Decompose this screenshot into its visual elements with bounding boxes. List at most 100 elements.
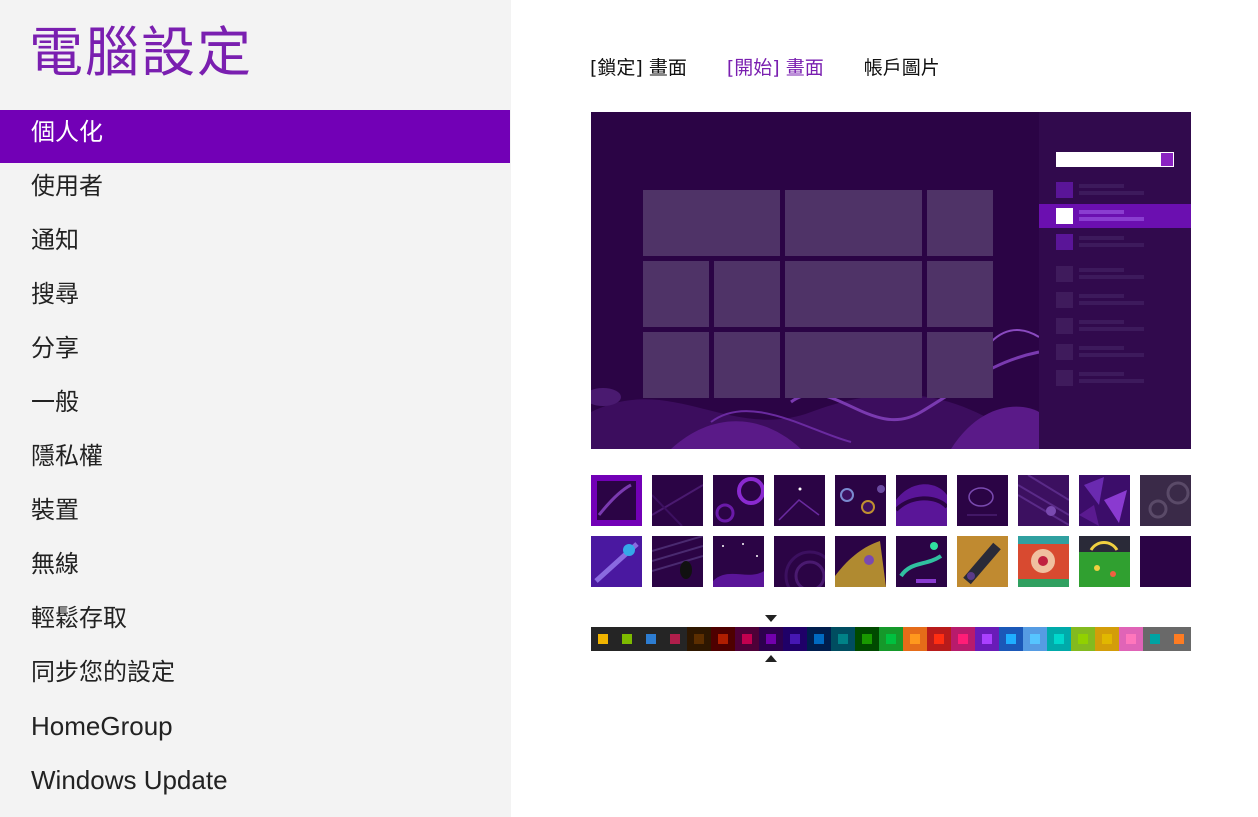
preview-panel-row (1039, 366, 1191, 390)
color-swatch-dot (934, 634, 944, 644)
preview-tile (785, 332, 922, 398)
preview-tile (927, 190, 993, 256)
pattern-thumb-11[interactable] (591, 536, 642, 587)
nav-list: 個人化 使用者 通知 搜尋 分享 一般 隱私權 裝置 無線 輕鬆存取 同步您的設… (0, 110, 511, 811)
color-swatch-19[interactable] (1023, 627, 1047, 651)
color-swatch-dot (790, 634, 800, 644)
nav-item-general[interactable]: 一般 (0, 379, 511, 433)
pattern-thumb-20[interactable] (1140, 536, 1191, 587)
color-swatch-10[interactable] (807, 627, 831, 651)
color-swatch-dot (1006, 634, 1016, 644)
color-swatch-20[interactable] (1047, 627, 1071, 651)
pattern-thumb-5[interactable] (835, 475, 886, 526)
tab-start-screen[interactable]: [開始] 畫面 (727, 55, 824, 81)
pattern-thumb-16[interactable] (896, 536, 947, 587)
color-swatch-15[interactable] (927, 627, 951, 651)
nav-item-windows-update[interactable]: Windows Update (0, 757, 511, 811)
pattern-thumb-7[interactable] (957, 475, 1008, 526)
color-swatch-dot (1174, 634, 1184, 644)
tab-account-picture[interactable]: 帳戶圖片 (864, 55, 940, 81)
color-swatch-dot (886, 634, 896, 644)
personalize-tabs: [鎖定] 畫面 [開始] 畫面 帳戶圖片 (590, 55, 980, 81)
preview-tile (643, 261, 709, 327)
color-swatch-dot (814, 634, 824, 644)
color-swatch-7[interactable] (735, 627, 759, 651)
pattern-thumb-1[interactable] (591, 475, 642, 526)
preview-tile (643, 332, 709, 398)
pattern-thumb-15[interactable] (835, 536, 886, 587)
color-swatch-dot (1054, 634, 1064, 644)
nav-item-sync-settings[interactable]: 同步您的設定 (0, 649, 511, 703)
color-swatch-9[interactable] (783, 627, 807, 651)
preview-panel-row (1039, 288, 1191, 312)
color-swatch-22[interactable] (1095, 627, 1119, 651)
preview-tile (927, 261, 993, 327)
nav-item-search[interactable]: 搜尋 (0, 271, 511, 325)
pattern-thumb-13[interactable] (713, 536, 764, 587)
color-picker-strip (591, 627, 1191, 651)
color-swatch-24[interactable] (1143, 627, 1167, 651)
color-swatch-dot (670, 634, 680, 644)
color-swatch-14[interactable] (903, 627, 927, 651)
color-swatch-dot (982, 634, 992, 644)
preview-panel-row (1039, 230, 1191, 254)
pattern-thumb-17[interactable] (957, 536, 1008, 587)
color-swatch-dot (694, 634, 704, 644)
pattern-thumb-6[interactable] (896, 475, 947, 526)
nav-item-ease-of-access[interactable]: 輕鬆存取 (0, 595, 511, 649)
color-swatch-18[interactable] (999, 627, 1023, 651)
preview-tile (785, 190, 922, 256)
pattern-thumb-4[interactable] (774, 475, 825, 526)
nav-item-privacy[interactable]: 隱私權 (0, 433, 511, 487)
color-swatch-4[interactable] (663, 627, 687, 651)
color-swatch-dot (1126, 634, 1136, 644)
pattern-thumb-10[interactable] (1140, 475, 1191, 526)
pattern-thumb-2[interactable] (652, 475, 703, 526)
color-swatch-dot (622, 634, 632, 644)
pattern-thumb-14[interactable] (774, 536, 825, 587)
app-title: 電腦設定 (29, 21, 253, 84)
color-swatch-dot (838, 634, 848, 644)
preview-tile (643, 190, 780, 256)
color-swatch-5[interactable] (687, 627, 711, 651)
pattern-thumb-19[interactable] (1079, 536, 1130, 587)
pattern-thumb-9[interactable] (1079, 475, 1130, 526)
pattern-thumb-18[interactable] (1018, 536, 1069, 587)
color-swatch-dot (742, 634, 752, 644)
color-swatch-dot (598, 634, 608, 644)
pattern-thumb-3[interactable] (713, 475, 764, 526)
color-swatch-dot (910, 634, 920, 644)
start-screen-preview (591, 112, 1191, 449)
color-swatch-12[interactable] (855, 627, 879, 651)
color-swatch-2[interactable] (615, 627, 639, 651)
preview-tile (714, 332, 780, 398)
nav-item-homegroup[interactable]: HomeGroup (0, 703, 511, 757)
color-swatch-6[interactable] (711, 627, 735, 651)
nav-item-notifications[interactable]: 通知 (0, 217, 511, 271)
color-swatch-13[interactable] (879, 627, 903, 651)
pattern-thumb-12[interactable] (652, 536, 703, 587)
nav-item-devices[interactable]: 裝置 (0, 487, 511, 541)
nav-item-share[interactable]: 分享 (0, 325, 511, 379)
color-swatch-3[interactable] (639, 627, 663, 651)
tab-lock-screen[interactable]: [鎖定] 畫面 (590, 55, 687, 81)
color-swatch-dot (646, 634, 656, 644)
color-swatch-11[interactable] (831, 627, 855, 651)
color-swatch-1[interactable] (591, 627, 615, 651)
color-swatch-17[interactable] (975, 627, 999, 651)
sidebar: 電腦設定 個人化 使用者 通知 搜尋 分享 一般 隱私權 裝置 無線 輕鬆存取 … (0, 0, 511, 817)
color-swatch-25[interactable] (1167, 627, 1191, 651)
pattern-thumb-8[interactable] (1018, 475, 1069, 526)
nav-item-users[interactable]: 使用者 (0, 163, 511, 217)
preview-tile (927, 332, 993, 398)
color-swatch-21[interactable] (1071, 627, 1095, 651)
color-swatch-23[interactable] (1119, 627, 1143, 651)
nav-item-personalize[interactable]: 個人化 (0, 110, 510, 163)
preview-panel-row (1039, 340, 1191, 364)
color-swatch-8[interactable] (759, 627, 783, 651)
preview-tile (785, 261, 922, 327)
triangle-up-icon (765, 655, 777, 662)
color-swatch-dot (862, 634, 872, 644)
nav-item-wireless[interactable]: 無線 (0, 541, 511, 595)
color-swatch-16[interactable] (951, 627, 975, 651)
